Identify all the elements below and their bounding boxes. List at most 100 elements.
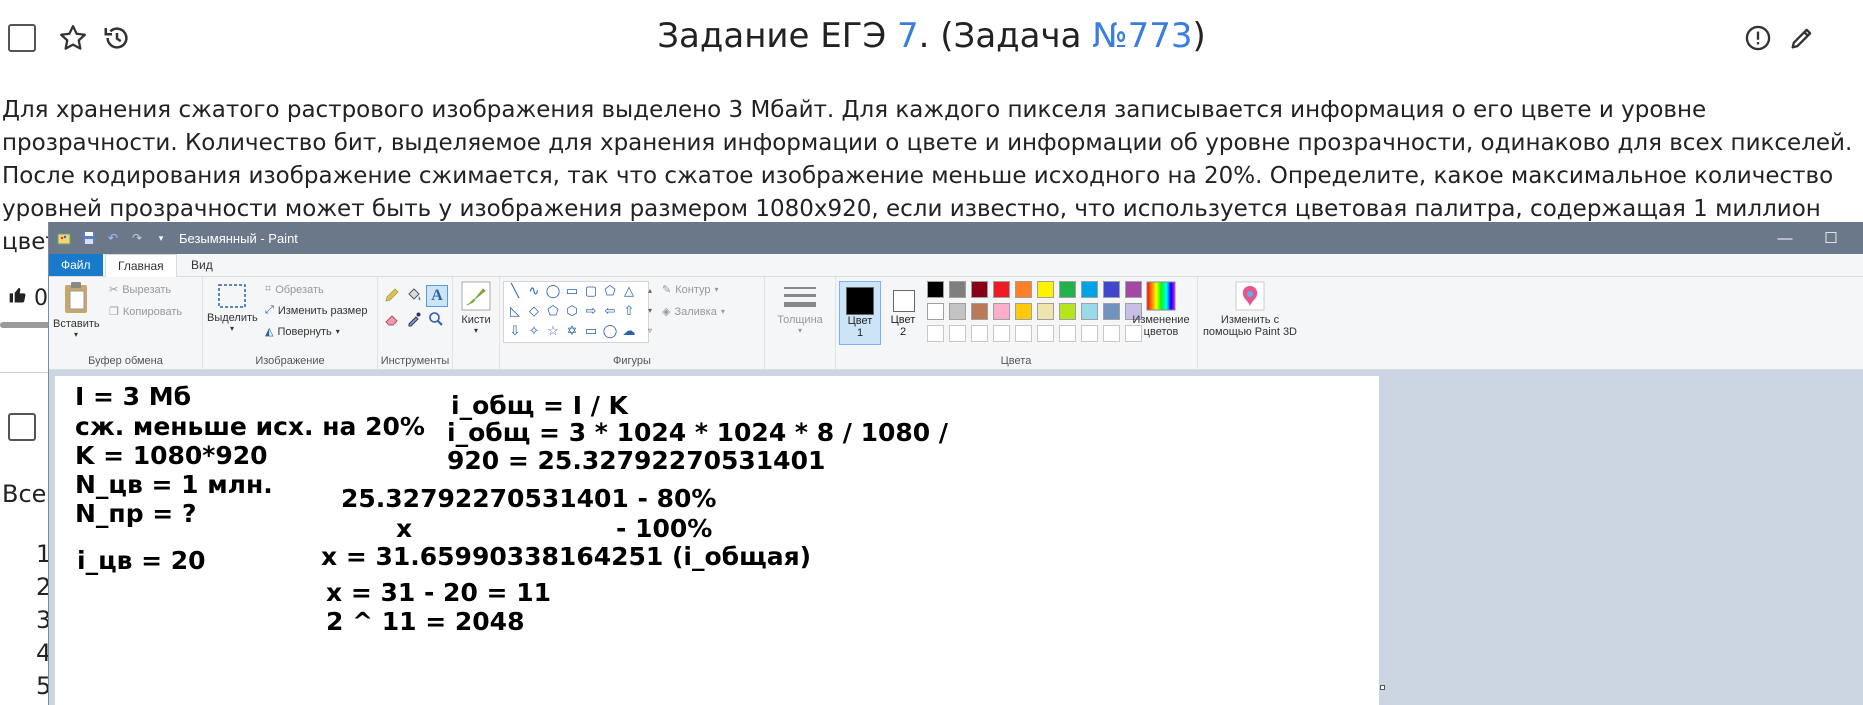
tab-home[interactable]: Главная xyxy=(105,254,177,278)
rotate-button[interactable]: ◭ Повернуть ▾ xyxy=(265,325,340,339)
magnifier-icon[interactable] xyxy=(426,309,446,329)
color-swatch[interactable] xyxy=(1059,303,1076,320)
color-swatch[interactable] xyxy=(971,303,988,320)
cut-button[interactable]: ✂ Вырезать xyxy=(109,283,171,297)
select-dropdown-icon[interactable]: ▾ xyxy=(207,324,257,333)
paste-button[interactable]: Вставить ▾ xyxy=(53,281,100,339)
custom-color-swatch[interactable] xyxy=(1081,325,1098,342)
undo-icon[interactable]: ↶ xyxy=(105,230,121,246)
color-swatch[interactable] xyxy=(1037,303,1054,320)
canvas-resize-handle[interactable] xyxy=(1380,685,1385,690)
color-swatch[interactable] xyxy=(1103,303,1120,320)
save-icon[interactable] xyxy=(81,230,97,246)
minimize-button[interactable]: — xyxy=(1762,222,1808,254)
fill-dropdown-icon: ▾ xyxy=(720,307,725,316)
solution-checkbox[interactable] xyxy=(8,413,36,441)
thickness-button[interactable]: Толщина ▾ xyxy=(771,283,829,335)
problem-id-link[interactable]: №773 xyxy=(1092,16,1192,56)
text-tool-icon[interactable]: A xyxy=(426,285,448,307)
redo-icon[interactable]: ↷ xyxy=(129,230,145,246)
color-swatch[interactable] xyxy=(1081,281,1098,298)
left-arrow-shape-icon[interactable]: ⇦ xyxy=(601,302,619,320)
paint-window: ↶ ↷ ▾ Безымянный - Paint — ☐ Файл Главна… xyxy=(49,222,1863,705)
quick-access-dropdown-icon[interactable]: ▾ xyxy=(153,230,169,246)
copy-button[interactable]: ❐ Копировать xyxy=(109,305,182,319)
eraser-icon[interactable] xyxy=(382,309,402,329)
thumbs-up-icon[interactable] xyxy=(8,285,28,311)
note-line: x = 31.65990338164251 (i_общая) xyxy=(321,542,812,571)
crop-icon: ⌗ xyxy=(265,283,272,295)
report-icon[interactable] xyxy=(1740,20,1776,56)
fill-button[interactable]: ◈ Заливка ▾ xyxy=(662,305,725,319)
shapes-group-label: Фигуры xyxy=(613,355,651,367)
color2-button[interactable]: Цвет 2 xyxy=(883,281,923,343)
color-swatch[interactable] xyxy=(993,281,1010,298)
tab-file[interactable]: Файл xyxy=(49,254,103,276)
custom-color-swatch[interactable] xyxy=(927,325,944,342)
diamond-shape-icon[interactable]: ◇ xyxy=(525,302,543,320)
paint-canvas[interactable]: I = 3 Мб сж. меньше исх. на 20% K = 1080… xyxy=(55,376,1379,705)
pentagon-shape-icon[interactable]: ⬠ xyxy=(544,302,562,320)
color-swatch[interactable] xyxy=(993,303,1010,320)
paint-titlebar[interactable]: ↶ ↷ ▾ Безымянный - Paint — ☐ xyxy=(49,222,1863,254)
note-line: - 100% xyxy=(616,514,713,543)
rounded-rectangle-shape-icon[interactable]: ▢ xyxy=(582,282,600,300)
maximize-button[interactable]: ☐ xyxy=(1808,222,1854,254)
callout-oval-shape-icon[interactable]: ◯ xyxy=(601,322,619,340)
custom-color-swatch[interactable] xyxy=(971,325,988,342)
right-triangle-shape-icon[interactable]: ◺ xyxy=(506,302,524,320)
paint3d-button[interactable]: Изменить с помощью Paint 3D xyxy=(1201,281,1299,338)
edit-icon[interactable] xyxy=(1784,20,1820,56)
line-shape-icon[interactable]: ╲ xyxy=(506,282,524,300)
shapes-scroll[interactable]: ▴ ▾ ▿ xyxy=(648,281,652,341)
edit-colors-button[interactable]: Изменение цветов xyxy=(1129,281,1193,338)
crop-button[interactable]: ⌗ Обрезать xyxy=(265,283,324,296)
color2-label: Цвет 2 xyxy=(890,314,916,338)
color-swatch[interactable] xyxy=(1015,281,1032,298)
pencil-icon[interactable] xyxy=(382,285,402,305)
up-arrow-shape-icon[interactable]: ⇧ xyxy=(620,302,638,320)
color-swatch[interactable] xyxy=(949,303,966,320)
five-point-star-shape-icon[interactable]: ☆ xyxy=(544,322,562,340)
color-swatch[interactable] xyxy=(949,281,966,298)
color-picker-icon[interactable] xyxy=(404,309,424,329)
brushes-button[interactable]: Кисти ▾ xyxy=(457,281,495,335)
color-swatch[interactable] xyxy=(927,281,944,298)
cloud-callout-shape-icon[interactable]: ☁ xyxy=(620,322,638,340)
curve-shape-icon[interactable]: ∿ xyxy=(525,282,543,300)
right-arrow-shape-icon[interactable]: ⇨ xyxy=(582,302,600,320)
polygon-shape-icon[interactable]: ⬠ xyxy=(601,282,619,300)
custom-color-swatch[interactable] xyxy=(1015,325,1032,342)
task-number-link[interactable]: 7 xyxy=(897,16,919,56)
custom-color-swatch[interactable] xyxy=(1059,325,1076,342)
rectangle-shape-icon[interactable]: ▭ xyxy=(563,282,581,300)
color-swatch[interactable] xyxy=(1103,281,1120,298)
six-point-star-shape-icon[interactable]: ✡ xyxy=(563,322,581,340)
color-swatch[interactable] xyxy=(971,281,988,298)
color-swatch[interactable] xyxy=(927,303,944,320)
hexagon-shape-icon[interactable]: ⬡ xyxy=(563,302,581,320)
four-point-star-shape-icon[interactable]: ✧ xyxy=(525,322,543,340)
color-swatch[interactable] xyxy=(1037,281,1054,298)
oval-shape-icon[interactable]: ◯ xyxy=(544,282,562,300)
callout-rect-shape-icon[interactable]: ▭ xyxy=(582,322,600,340)
custom-color-swatch[interactable] xyxy=(1103,325,1120,342)
tools-group-label: Инструменты xyxy=(380,355,450,367)
color-swatch[interactable] xyxy=(1015,303,1032,320)
paste-dropdown-icon[interactable]: ▾ xyxy=(53,330,99,339)
fill-label: Заливка xyxy=(674,305,717,318)
down-arrow-shape-icon[interactable]: ⇩ xyxy=(506,322,524,340)
color-swatch[interactable] xyxy=(1059,281,1076,298)
custom-color-swatch[interactable] xyxy=(993,325,1010,342)
outline-button[interactable]: ✎ Контур ▾ xyxy=(662,283,719,297)
color-swatch[interactable] xyxy=(1081,303,1098,320)
fill-bucket-icon[interactable] xyxy=(404,285,424,305)
color1-button[interactable]: Цвет 1 xyxy=(839,281,881,345)
resize-button[interactable]: ⤢ Изменить размер xyxy=(265,304,367,317)
custom-color-swatch[interactable] xyxy=(1037,325,1054,342)
tab-view[interactable]: Вид xyxy=(179,254,225,276)
brush-icon xyxy=(461,281,491,311)
custom-color-swatch[interactable] xyxy=(949,325,966,342)
triangle-shape-icon[interactable]: △ xyxy=(620,282,638,300)
select-button[interactable]: Выделить ▾ xyxy=(207,283,258,333)
